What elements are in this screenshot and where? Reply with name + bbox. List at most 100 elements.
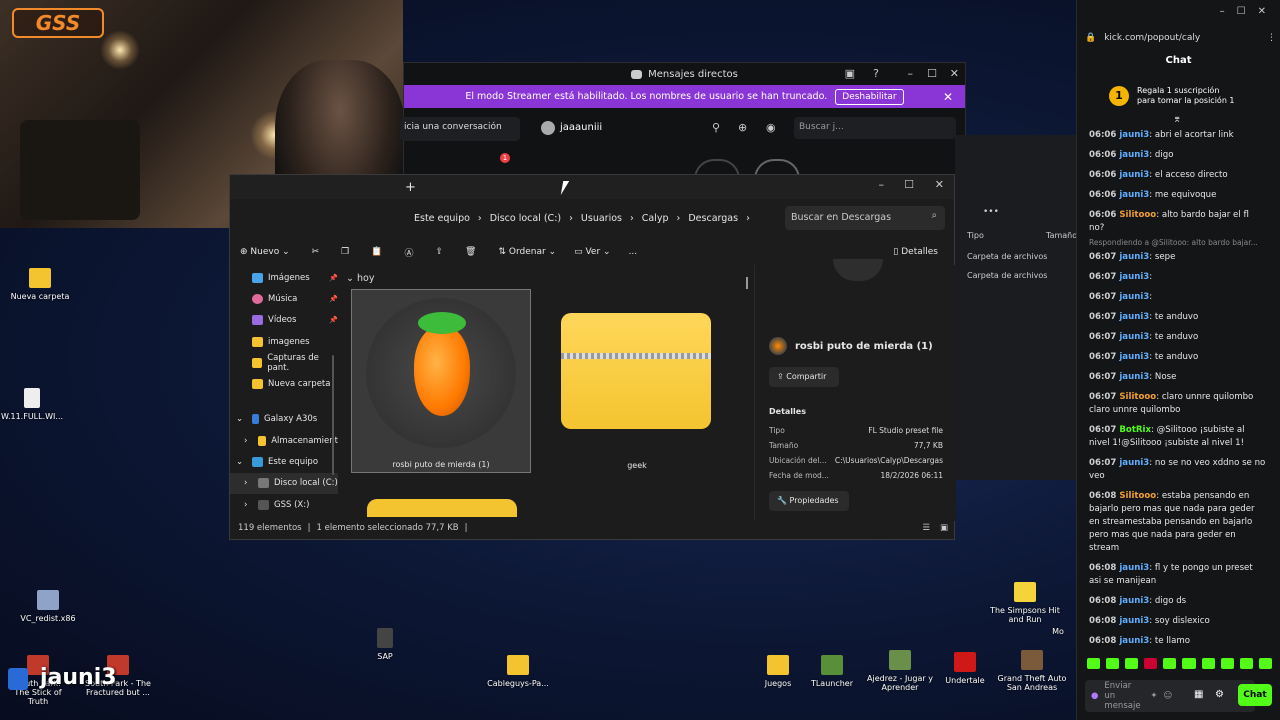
nav-item-galaxy[interactable]: ⌄ Galaxy A30s <box>230 409 338 430</box>
message-user[interactable]: jauni3 <box>1119 190 1149 200</box>
desktop-icon-nueva-carpeta[interactable]: Nueva carpeta <box>0 268 80 301</box>
dots-icon[interactable]: ••• <box>983 207 999 217</box>
emote-icon[interactable] <box>1144 658 1158 669</box>
nav-item-disco-local[interactable]: › Disco local (C:) <box>230 472 338 494</box>
browser-actions-icon[interactable]: ⋮ <box>1267 33 1276 43</box>
message-user[interactable]: jauni3 <box>1119 636 1149 646</box>
pin-icon[interactable]: ⚲ <box>712 121 720 134</box>
message-user[interactable]: jauni3 <box>1119 170 1149 180</box>
emoji-icon[interactable]: ☺ <box>1164 691 1173 701</box>
close-icon[interactable]: ✕ <box>935 178 944 191</box>
maximize-icon[interactable]: ☐ <box>1237 6 1246 17</box>
desktop-icon-gta-sa[interactable]: Grand Theft Auto San Andreas <box>992 650 1072 692</box>
desktop-icon-sap[interactable]: SAP <box>345 628 425 661</box>
cut-icon[interactable]: ✂ <box>312 247 320 257</box>
paste-icon[interactable]: 📋 <box>371 247 382 257</box>
sort-button[interactable]: ⇅ Ordenar ⌄ <box>498 247 556 257</box>
file-tile[interactable]: geek <box>557 289 717 473</box>
inbox-icon[interactable]: ▣ <box>845 67 855 80</box>
message-user[interactable]: Silitooo <box>1119 392 1156 402</box>
pinned-icon[interactable]: ⌆ <box>1173 114 1181 125</box>
explorer-search-input[interactable]: Buscar en Descargas ⌕ <box>785 206 945 230</box>
breadcrumb-descargas[interactable]: Descargas <box>680 213 746 224</box>
chat-input[interactable]: ● Enviar un mensaje ✦ ☺ <box>1085 680 1255 712</box>
close-icon[interactable]: ✕ <box>950 67 959 80</box>
rename-icon[interactable]: Ⓐ <box>404 246 413 259</box>
add-friend-icon[interactable]: ⊕ <box>738 121 747 134</box>
breadcrumb-este-equipo[interactable]: Este equipo <box>406 213 478 224</box>
nav-item-gss[interactable]: › GSS (X:) <box>230 494 338 515</box>
close-icon[interactable]: ✕ <box>1258 6 1266 17</box>
nav-item-imagenes[interactable]: Imágenes 📌 <box>230 267 338 288</box>
help-icon[interactable]: ? <box>873 67 879 80</box>
message-user[interactable]: jauni3 <box>1119 332 1149 342</box>
emote-icon[interactable] <box>1182 658 1196 669</box>
message-user[interactable]: jauni3 <box>1119 352 1149 362</box>
share-icon[interactable]: ⇪ <box>435 247 443 257</box>
minimize-icon[interactable]: – <box>879 178 885 191</box>
message-user[interactable]: jauni3 <box>1119 372 1149 382</box>
tile-view-icon[interactable]: ▣ <box>940 523 948 533</box>
emote-icon[interactable] <box>1258 658 1272 669</box>
view-button[interactable]: ▭ Ver ⌄ <box>574 247 610 257</box>
breadcrumb[interactable]: Este equipo › Disco local (C:) › Usuarios ›… <box>406 205 776 231</box>
message-user[interactable]: jauni3 <box>1119 563 1149 573</box>
desktop-icon-cableguys[interactable]: Cableguys-Pa... <box>478 655 558 688</box>
more-button[interactable]: ... <box>629 247 638 257</box>
emote-icon[interactable] <box>1106 658 1120 669</box>
copy-icon[interactable]: ❐ <box>341 247 349 257</box>
group-header[interactable]: ⌄ hoy <box>342 267 752 290</box>
sparkle-icon[interactable]: ✦ <box>1150 691 1157 701</box>
minimize-icon[interactable]: – <box>908 67 914 80</box>
message-user[interactable]: Silitooo <box>1119 491 1156 501</box>
properties-button[interactable]: 🔧 Propiedades <box>769 491 849 511</box>
desktop-icon-w11[interactable]: W.11.FULL.WI... <box>0 388 72 421</box>
nav-item-imagenes-folder[interactable]: imagenes <box>230 331 338 352</box>
breadcrumb-disco-local[interactable]: Disco local (C:) <box>482 213 569 224</box>
breadcrumb-usuarios[interactable]: Usuarios <box>573 213 630 224</box>
emote-icon[interactable] <box>1239 658 1253 669</box>
sub-gift-banner[interactable]: 1 Regala 1 suscripción para tomar la pos… <box>1109 86 1237 106</box>
gear-icon[interactable]: ⚙ <box>1215 689 1224 700</box>
start-conversation-input[interactable]: icia una conversación <box>400 117 520 141</box>
emote-icon[interactable] <box>1087 658 1101 669</box>
nav-item-capturas[interactable]: Capturas de pant. <box>230 352 338 373</box>
message-user[interactable]: jauni3 <box>1119 458 1149 468</box>
close-banner-icon[interactable]: ✕ <box>943 90 953 104</box>
nav-item-almacenamiento[interactable]: › Almacenamient <box>230 430 338 451</box>
emote-icon[interactable] <box>1163 658 1177 669</box>
nav-item-este-equipo[interactable]: ⌄ Este equipo <box>230 451 338 472</box>
nav-item-musica[interactable]: Música 📌 <box>230 288 338 309</box>
emote-icon[interactable] <box>1125 658 1139 669</box>
list-view-icon[interactable]: ☰ <box>922 523 930 533</box>
new-tab-button[interactable]: + <box>405 180 416 195</box>
delete-icon[interactable]: 🗑 <box>465 247 476 257</box>
desktop-icon-mo[interactable]: Mo <box>1040 603 1076 636</box>
new-button[interactable]: ⊕ Nuevo ⌄ <box>240 247 290 257</box>
emote-icon[interactable] <box>1201 658 1215 669</box>
message-user[interactable]: jauni3 <box>1119 292 1149 302</box>
breadcrumb-calyp[interactable]: Calyp <box>634 213 677 224</box>
nav-scrollbar[interactable] <box>332 355 334 475</box>
desktop-icon-vcredist[interactable]: VC_redist.x86 <box>8 590 88 623</box>
dm-search-input[interactable]: Buscar j... <box>794 117 956 139</box>
message-user[interactable]: jauni3 <box>1119 252 1149 262</box>
nav-item-nueva-carpeta[interactable]: Nueva carpeta <box>230 373 338 394</box>
message-user[interactable]: jauni3 <box>1119 312 1149 322</box>
send-chat-button[interactable]: Chat <box>1238 684 1272 706</box>
disable-streamer-button[interactable]: Deshabilitar <box>835 88 904 105</box>
maximize-icon[interactable]: ☐ <box>904 178 914 191</box>
content-scrollbar[interactable] <box>746 277 748 289</box>
details-button[interactable]: ▯ Detalles <box>893 247 938 257</box>
message-user[interactable]: jauni3 <box>1119 130 1149 140</box>
message-user[interactable]: Silitooo <box>1119 210 1156 220</box>
folder-icon[interactable] <box>367 499 517 517</box>
maximize-icon[interactable]: ☐ <box>927 67 937 80</box>
message-user[interactable]: jauni3 <box>1119 272 1149 282</box>
message-user[interactable]: BotRix <box>1119 425 1151 435</box>
share-button[interactable]: ⇪ Compartir <box>769 367 839 387</box>
message-user[interactable]: jauni3 <box>1119 150 1149 160</box>
store-icon[interactable]: ▦ <box>1194 689 1203 700</box>
url-bar[interactable]: 🔒 kick.com/popout/caly ⋮ <box>1085 30 1276 46</box>
dm-username[interactable]: jaaauniii <box>560 122 602 133</box>
